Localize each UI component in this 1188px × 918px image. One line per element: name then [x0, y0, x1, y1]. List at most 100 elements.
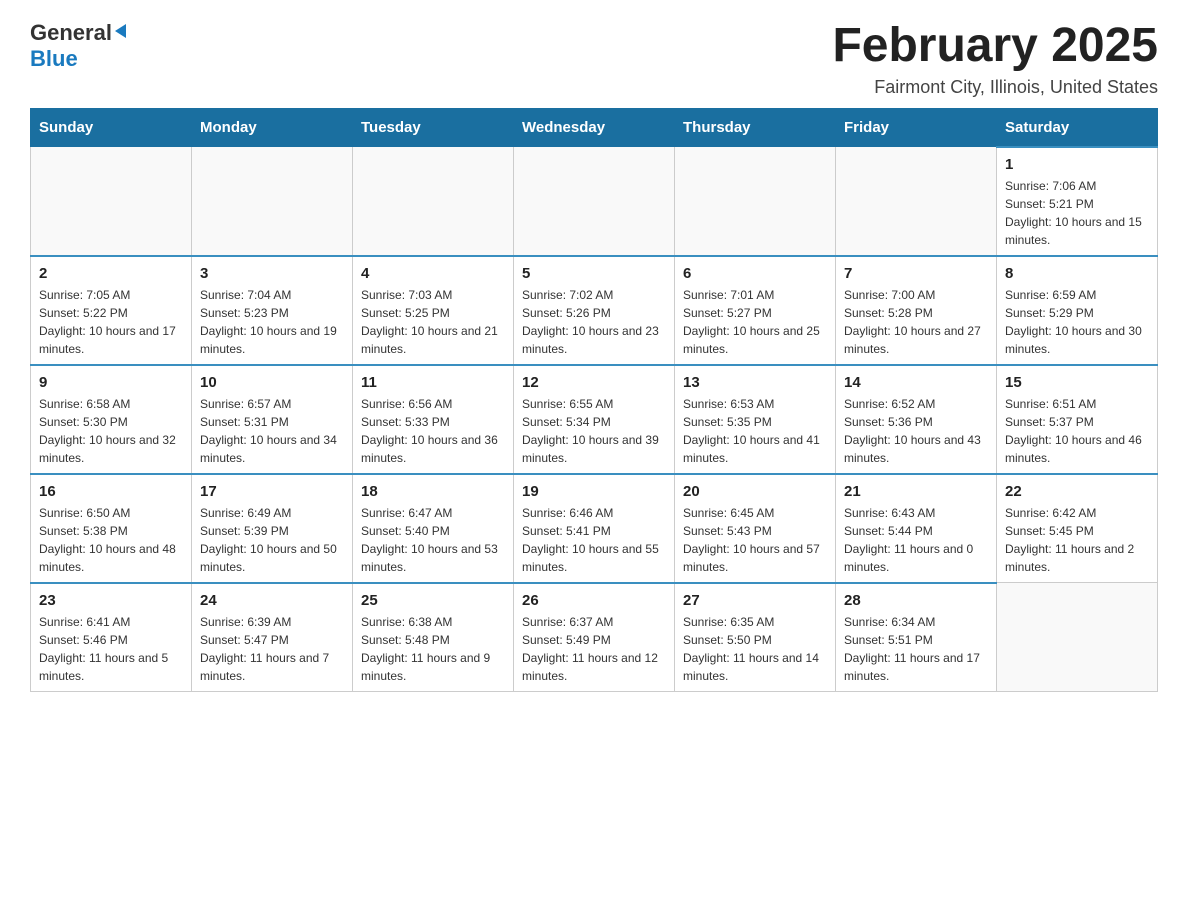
day-number: 27 [683, 592, 827, 609]
day-number: 12 [522, 374, 666, 391]
day-number: 1 [1005, 156, 1149, 173]
day-info: Sunrise: 6:41 AMSunset: 5:46 PMDaylight:… [39, 613, 183, 685]
day-number: 22 [1005, 483, 1149, 500]
calendar-cell [31, 147, 192, 256]
day-number: 6 [683, 265, 827, 282]
calendar-cell: 22 Sunrise: 6:42 AMSunset: 5:45 PMDayligh… [997, 474, 1158, 583]
day-number: 9 [39, 374, 183, 391]
calendar-cell: 25 Sunrise: 6:38 AMSunset: 5:48 PMDayligh… [353, 583, 514, 692]
calendar-cell: 9 Sunrise: 6:58 AMSunset: 5:30 PMDaylight… [31, 365, 192, 474]
calendar-cell: 28 Sunrise: 6:34 AMSunset: 5:51 PMDayligh… [836, 583, 997, 692]
day-number: 11 [361, 374, 505, 391]
calendar-cell: 2 Sunrise: 7:05 AMSunset: 5:22 PMDaylight… [31, 256, 192, 365]
location-subtitle: Fairmont City, Illinois, United States [832, 77, 1158, 98]
calendar-header-row: SundayMondayTuesdayWednesdayThursdayFrid… [31, 108, 1158, 147]
day-info: Sunrise: 6:38 AMSunset: 5:48 PMDaylight:… [361, 613, 505, 685]
day-number: 24 [200, 592, 344, 609]
day-number: 20 [683, 483, 827, 500]
day-info: Sunrise: 7:04 AMSunset: 5:23 PMDaylight:… [200, 286, 344, 358]
weekday-header-monday: Monday [192, 108, 353, 147]
logo-general-text: General [30, 20, 112, 46]
day-info: Sunrise: 7:02 AMSunset: 5:26 PMDaylight:… [522, 286, 666, 358]
day-number: 19 [522, 483, 666, 500]
day-number: 25 [361, 592, 505, 609]
day-number: 7 [844, 265, 988, 282]
day-info: Sunrise: 6:42 AMSunset: 5:45 PMDaylight:… [1005, 504, 1149, 576]
day-info: Sunrise: 6:52 AMSunset: 5:36 PMDaylight:… [844, 395, 988, 467]
day-number: 5 [522, 265, 666, 282]
day-number: 21 [844, 483, 988, 500]
calendar-cell: 26 Sunrise: 6:37 AMSunset: 5:49 PMDayligh… [514, 583, 675, 692]
day-info: Sunrise: 6:43 AMSunset: 5:44 PMDaylight:… [844, 504, 988, 576]
calendar-week-row: 2 Sunrise: 7:05 AMSunset: 5:22 PMDaylight… [31, 256, 1158, 365]
calendar-cell: 4 Sunrise: 7:03 AMSunset: 5:25 PMDaylight… [353, 256, 514, 365]
calendar-cell: 16 Sunrise: 6:50 AMSunset: 5:38 PMDayligh… [31, 474, 192, 583]
day-number: 16 [39, 483, 183, 500]
day-number: 26 [522, 592, 666, 609]
day-number: 18 [361, 483, 505, 500]
day-info: Sunrise: 6:34 AMSunset: 5:51 PMDaylight:… [844, 613, 988, 685]
day-info: Sunrise: 6:45 AMSunset: 5:43 PMDaylight:… [683, 504, 827, 576]
day-info: Sunrise: 7:01 AMSunset: 5:27 PMDaylight:… [683, 286, 827, 358]
day-info: Sunrise: 6:47 AMSunset: 5:40 PMDaylight:… [361, 504, 505, 576]
calendar-cell: 21 Sunrise: 6:43 AMSunset: 5:44 PMDayligh… [836, 474, 997, 583]
weekday-header-friday: Friday [836, 108, 997, 147]
calendar-cell: 1 Sunrise: 7:06 AMSunset: 5:21 PMDaylight… [997, 147, 1158, 256]
page-header: General Blue February 2025 Fairmont City… [30, 20, 1158, 98]
title-block: February 2025 Fairmont City, Illinois, U… [832, 20, 1158, 98]
calendar-cell: 3 Sunrise: 7:04 AMSunset: 5:23 PMDaylight… [192, 256, 353, 365]
day-info: Sunrise: 6:56 AMSunset: 5:33 PMDaylight:… [361, 395, 505, 467]
logo-triangle-icon [115, 24, 126, 38]
day-info: Sunrise: 6:49 AMSunset: 5:39 PMDaylight:… [200, 504, 344, 576]
calendar-cell: 6 Sunrise: 7:01 AMSunset: 5:27 PMDaylight… [675, 256, 836, 365]
day-number: 2 [39, 265, 183, 282]
calendar-week-row: 9 Sunrise: 6:58 AMSunset: 5:30 PMDaylight… [31, 365, 1158, 474]
day-number: 8 [1005, 265, 1149, 282]
weekday-header-thursday: Thursday [675, 108, 836, 147]
day-number: 17 [200, 483, 344, 500]
calendar-cell [514, 147, 675, 256]
day-info: Sunrise: 6:51 AMSunset: 5:37 PMDaylight:… [1005, 395, 1149, 467]
calendar-cell: 17 Sunrise: 6:49 AMSunset: 5:39 PMDayligh… [192, 474, 353, 583]
day-info: Sunrise: 7:05 AMSunset: 5:22 PMDaylight:… [39, 286, 183, 358]
weekday-header-saturday: Saturday [997, 108, 1158, 147]
calendar-cell: 18 Sunrise: 6:47 AMSunset: 5:40 PMDayligh… [353, 474, 514, 583]
calendar-table: SundayMondayTuesdayWednesdayThursdayFrid… [30, 108, 1158, 692]
day-info: Sunrise: 7:03 AMSunset: 5:25 PMDaylight:… [361, 286, 505, 358]
calendar-cell [997, 583, 1158, 692]
day-number: 15 [1005, 374, 1149, 391]
day-info: Sunrise: 6:53 AMSunset: 5:35 PMDaylight:… [683, 395, 827, 467]
day-info: Sunrise: 6:55 AMSunset: 5:34 PMDaylight:… [522, 395, 666, 467]
calendar-cell: 8Sunrise: 6:59 AMSunset: 5:29 PMDaylight… [997, 256, 1158, 365]
calendar-cell: 27 Sunrise: 6:35 AMSunset: 5:50 PMDayligh… [675, 583, 836, 692]
weekday-header-sunday: Sunday [31, 108, 192, 147]
calendar-cell: 5 Sunrise: 7:02 AMSunset: 5:26 PMDaylight… [514, 256, 675, 365]
calendar-cell: 23 Sunrise: 6:41 AMSunset: 5:46 PMDayligh… [31, 583, 192, 692]
calendar-cell: 12 Sunrise: 6:55 AMSunset: 5:34 PMDayligh… [514, 365, 675, 474]
calendar-cell [353, 147, 514, 256]
day-info: Sunrise: 7:06 AMSunset: 5:21 PMDaylight:… [1005, 177, 1149, 249]
calendar-week-row: 1 Sunrise: 7:06 AMSunset: 5:21 PMDaylight… [31, 147, 1158, 256]
calendar-cell: 7Sunrise: 7:00 AMSunset: 5:28 PMDaylight… [836, 256, 997, 365]
weekday-header-wednesday: Wednesday [514, 108, 675, 147]
day-info: Sunrise: 6:57 AMSunset: 5:31 PMDaylight:… [200, 395, 344, 467]
day-number: 28 [844, 592, 988, 609]
calendar-cell [836, 147, 997, 256]
day-number: 4 [361, 265, 505, 282]
calendar-cell: 24 Sunrise: 6:39 AMSunset: 5:47 PMDayligh… [192, 583, 353, 692]
calendar-week-row: 23 Sunrise: 6:41 AMSunset: 5:46 PMDayligh… [31, 583, 1158, 692]
logo-blue-text: Blue [30, 46, 78, 71]
calendar-cell [192, 147, 353, 256]
day-info: Sunrise: 6:50 AMSunset: 5:38 PMDaylight:… [39, 504, 183, 576]
calendar-cell: 15 Sunrise: 6:51 AMSunset: 5:37 PMDayligh… [997, 365, 1158, 474]
day-info: Sunrise: 6:35 AMSunset: 5:50 PMDaylight:… [683, 613, 827, 685]
day-info: Sunrise: 6:39 AMSunset: 5:47 PMDaylight:… [200, 613, 344, 685]
day-number: 13 [683, 374, 827, 391]
day-number: 23 [39, 592, 183, 609]
calendar-cell [675, 147, 836, 256]
calendar-cell: 20 Sunrise: 6:45 AMSunset: 5:43 PMDayligh… [675, 474, 836, 583]
calendar-week-row: 16 Sunrise: 6:50 AMSunset: 5:38 PMDayligh… [31, 474, 1158, 583]
day-number: 3 [200, 265, 344, 282]
day-info: Sunrise: 6:58 AMSunset: 5:30 PMDaylight:… [39, 395, 183, 467]
day-info: Sunrise: 6:37 AMSunset: 5:49 PMDaylight:… [522, 613, 666, 685]
